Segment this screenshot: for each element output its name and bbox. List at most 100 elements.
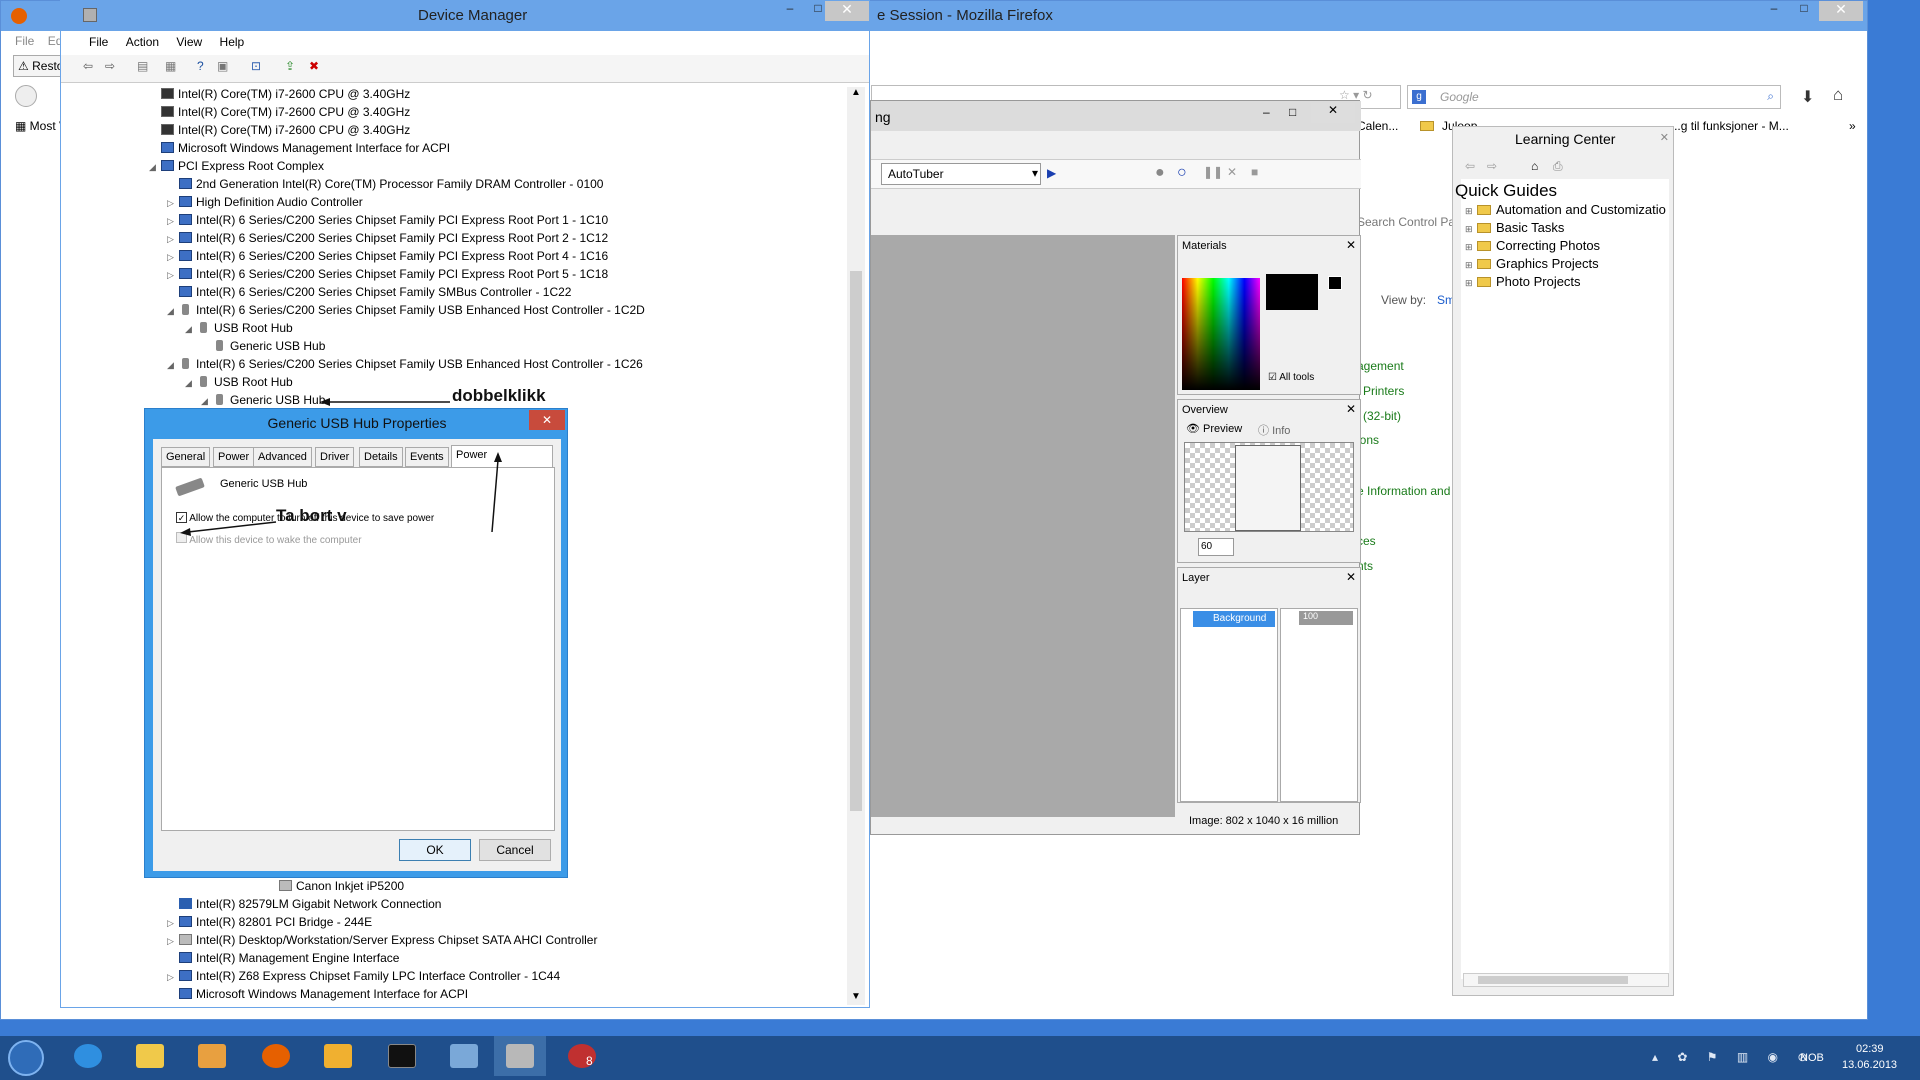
tree-item[interactable]: ▷ Intel(R) 6 Series/C200 Series Chipset F…	[167, 247, 608, 265]
minimize-button[interactable]: –	[1759, 1, 1789, 21]
expand-icon[interactable]: ◢	[185, 320, 197, 338]
cancel-icon[interactable]: ✕	[1227, 165, 1237, 179]
menu-file[interactable]: File	[89, 35, 108, 49]
pause-icon[interactable]: ❚❚	[1203, 165, 1223, 179]
cp-link[interactable]: (32-bit)	[1363, 409, 1401, 423]
chevron-right-icon[interactable]: »	[1849, 119, 1856, 133]
ok-button[interactable]: OK	[399, 839, 471, 861]
expand-icon[interactable]: ▷	[167, 212, 179, 230]
cp-link[interactable]: Printers	[1363, 384, 1404, 398]
taskbar-control-panel[interactable]	[438, 1036, 490, 1076]
close-button[interactable]: ✕	[1819, 1, 1863, 21]
close-icon[interactable]: ✕	[1346, 238, 1356, 252]
minimize-button[interactable]: –	[1263, 105, 1270, 119]
start-button[interactable]	[8, 1040, 44, 1076]
language-indicator[interactable]: NOB	[1800, 1052, 1824, 1064]
menu-file[interactable]: File	[15, 34, 34, 48]
lc-item-photo-projects[interactable]: ⊞ Photo Projects	[1465, 273, 1581, 291]
scroll-down-icon[interactable]: ▼	[851, 991, 861, 1002]
lc-back-icon[interactable]: ⇦	[1465, 159, 1475, 173]
back-icon[interactable]	[15, 85, 37, 107]
scroll-thumb[interactable]	[850, 271, 862, 811]
help-icon[interactable]: ?	[197, 59, 204, 73]
taskbar-ie[interactable]	[62, 1036, 114, 1076]
search-icon[interactable]: ⌕	[1767, 89, 1774, 104]
taskbar-cmd[interactable]	[376, 1036, 428, 1076]
tree-item[interactable]: ▷ Intel(R) 82801 PCI Bridge - 244E	[167, 913, 372, 931]
tree-item[interactable]: Microsoft Windows Management Interface f…	[161, 139, 450, 157]
tree-item[interactable]: Intel(R) 82579LM Gigabit Network Connect…	[179, 895, 441, 913]
cp-link[interactable]: agement	[1357, 359, 1404, 373]
record-icon[interactable]: ○	[1177, 164, 1187, 182]
expand-icon[interactable]: ▷	[167, 230, 179, 248]
stop-record-icon[interactable]: ●	[1155, 164, 1165, 182]
tree-item[interactable]: Intel(R) 6 Series/C200 Series Chipset Fa…	[179, 283, 571, 301]
tree-item[interactable]: ▷ Intel(R) Desktop/Workstation/Server Exp…	[167, 931, 597, 949]
scan-icon[interactable]: ⊡	[251, 59, 261, 73]
foreground-swatch[interactable]	[1266, 274, 1318, 310]
menu-action[interactable]: Action	[126, 35, 159, 49]
tree-item[interactable]: ▷ Intel(R) 6 Series/C200 Series Chipset F…	[167, 229, 608, 247]
expand-icon[interactable]: ▷	[167, 914, 179, 932]
close-button[interactable]: ✕	[529, 410, 565, 430]
color-spectrum[interactable]	[1182, 278, 1260, 390]
maximize-button[interactable]: □	[1789, 1, 1819, 21]
menu-view[interactable]: View	[176, 35, 202, 49]
tree-item[interactable]: Microsoft Windows Management Interface f…	[179, 985, 468, 1003]
tree-item[interactable]: ◢ PCI Express Root Complex	[149, 157, 324, 175]
expand-icon[interactable]: ▷	[167, 248, 179, 266]
tree-item[interactable]: ▷ High Definition Audio Controller	[167, 193, 363, 211]
maximize-button[interactable]: □	[1289, 105, 1296, 119]
update-driver-icon[interactable]: ⇪	[285, 59, 295, 73]
expand-icon[interactable]: ◢	[185, 374, 197, 392]
tree-item[interactable]: ▷ Intel(R) 6 Series/C200 Series Chipset F…	[167, 265, 608, 283]
background-swatch[interactable]	[1328, 276, 1342, 290]
tab-advanced[interactable]: Advanced	[253, 447, 312, 467]
tab-driver[interactable]: Driver	[315, 447, 355, 467]
taskbar-firefox[interactable]	[250, 1036, 302, 1076]
script-select[interactable]: AutoTuber ▾	[881, 163, 1041, 185]
zoom-field[interactable]: 60	[1198, 538, 1234, 556]
expand-icon[interactable]: ◢	[167, 302, 179, 320]
tab-general[interactable]: General	[161, 447, 211, 467]
close-button[interactable]: ✕	[825, 1, 869, 21]
expand-icon[interactable]: ▷	[167, 932, 179, 950]
back-icon[interactable]: ⇦	[83, 59, 93, 73]
expand-icon[interactable]: ▷	[167, 266, 179, 284]
lc-print-icon[interactable]: ⎙	[1553, 159, 1563, 174]
lc-forward-icon[interactable]: ⇨	[1487, 159, 1497, 173]
dm-scrollbar[interactable]: ▲ ▼	[847, 87, 865, 1005]
tree-item[interactable]: ▷ Intel(R) Z68 Express Chipset Family LPC…	[167, 967, 560, 985]
tree-item[interactable]: Intel(R) Core(TM) i7-2600 CPU @ 3.40GHz	[161, 121, 410, 139]
lc-item-basic-tasks[interactable]: ⊞ Basic Tasks	[1465, 219, 1564, 237]
tree-item[interactable]: Intel(R) Core(TM) i7-2600 CPU @ 3.40GHz	[161, 103, 410, 121]
play-icon[interactable]: ▶	[1047, 166, 1056, 180]
forward-icon[interactable]: ⇨	[105, 59, 115, 73]
scroll-up-icon[interactable]: ▲	[851, 87, 861, 98]
lc-home-icon[interactable]: ⌂	[1531, 159, 1538, 173]
tree-item[interactable]: ◢ USB Root Hub	[185, 373, 293, 391]
tab-power[interactable]: Power	[213, 447, 255, 467]
tree-item-selected[interactable]: ◢ Generic USB Hub	[201, 391, 325, 409]
minimize-button[interactable]: –	[775, 1, 805, 21]
lc-scrollbar[interactable]	[1463, 973, 1669, 987]
cancel-button[interactable]: Cancel	[479, 839, 551, 861]
taskbar-app[interactable]	[312, 1036, 364, 1076]
close-icon[interactable]: ✕	[1346, 402, 1356, 416]
taskbar-psp[interactable]: 8	[556, 1036, 608, 1076]
scroll-thumb[interactable]	[1478, 976, 1628, 984]
stop-icon[interactable]: ■	[1251, 165, 1258, 179]
preview-tab[interactable]: 👁 Preview	[1186, 422, 1242, 435]
all-tools-checkbox[interactable]: ☑ All tools	[1268, 372, 1314, 383]
taskbar-device-manager[interactable]	[494, 1036, 546, 1076]
tree-item[interactable]: Generic USB Hub	[213, 337, 325, 355]
close-icon[interactable]: ✕	[1660, 131, 1669, 144]
expand-icon[interactable]: ◢	[149, 158, 161, 176]
cp-link[interactable]: e Information and	[1357, 484, 1450, 498]
tree-item[interactable]: 2nd Generation Intel(R) Core(TM) Process…	[179, 175, 603, 193]
expand-icon[interactable]: ◢	[167, 356, 179, 374]
view-icon[interactable]: ▣	[217, 59, 228, 73]
lc-item-correcting-photos[interactable]: ⊞ Correcting Photos	[1465, 237, 1600, 255]
taskbar-explorer[interactable]	[124, 1036, 176, 1076]
tree-item[interactable]: Intel(R) Management Engine Interface	[179, 949, 399, 967]
